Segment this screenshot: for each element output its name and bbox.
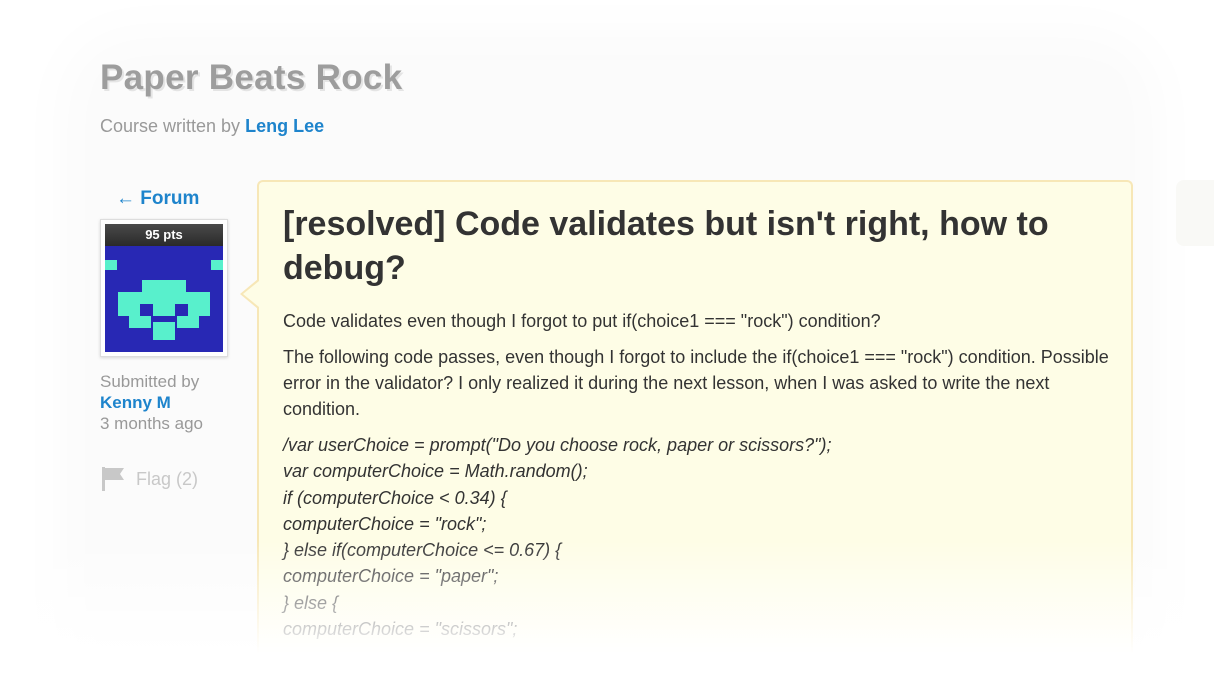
post-body: Code validates even though I forgot to p…: [283, 308, 1113, 642]
flag-label: Flag (2): [136, 468, 199, 489]
flag-button[interactable]: Flag (2): [100, 466, 198, 492]
submitted-info: Submitted by Kenny M 3 months ago: [100, 371, 203, 434]
code-line: computerChoice = "scissors";: [283, 619, 518, 640]
code-line: if (computerChoice < 0.34) {: [283, 487, 507, 508]
avatar: [105, 246, 223, 352]
post-paragraph: The following code passes, even though I…: [283, 347, 1109, 419]
code-line: var computerChoice = Math.random();: [283, 461, 588, 482]
back-to-forum-link[interactable]: ← Forum: [116, 188, 199, 210]
byline-prefix: Course written by: [100, 116, 241, 136]
course-title: Paper Beats Rock: [100, 58, 403, 97]
course-byline: Course written by Leng Lee: [100, 116, 324, 137]
code-line: } else if(computerChoice <= 0.67) {: [283, 540, 562, 561]
submitter-link[interactable]: Kenny M: [100, 392, 203, 413]
post-arrow-inner: [243, 281, 259, 307]
side-tab: [1176, 180, 1214, 246]
course-author-link[interactable]: Leng Lee: [245, 116, 324, 136]
flag-icon: [102, 467, 124, 491]
post-title: [resolved] Code validates but isn't righ…: [283, 205, 1049, 287]
submitted-label: Submitted by: [100, 372, 200, 391]
points-badge: 95 pts: [105, 224, 223, 246]
avatar-card[interactable]: 95 pts: [100, 219, 228, 357]
code-block: /var userChoice = prompt("Do you choose …: [283, 432, 1113, 642]
post-age: 3 months ago: [100, 414, 204, 433]
code-line: /var userChoice = prompt("Do you choose …: [283, 435, 832, 455]
code-line: computerChoice = "rock";: [283, 513, 487, 534]
code-line: computerChoice = "paper";: [283, 566, 499, 587]
post-summary: Code validates even though I forgot to p…: [283, 311, 881, 331]
code-line: } else {: [283, 592, 339, 613]
